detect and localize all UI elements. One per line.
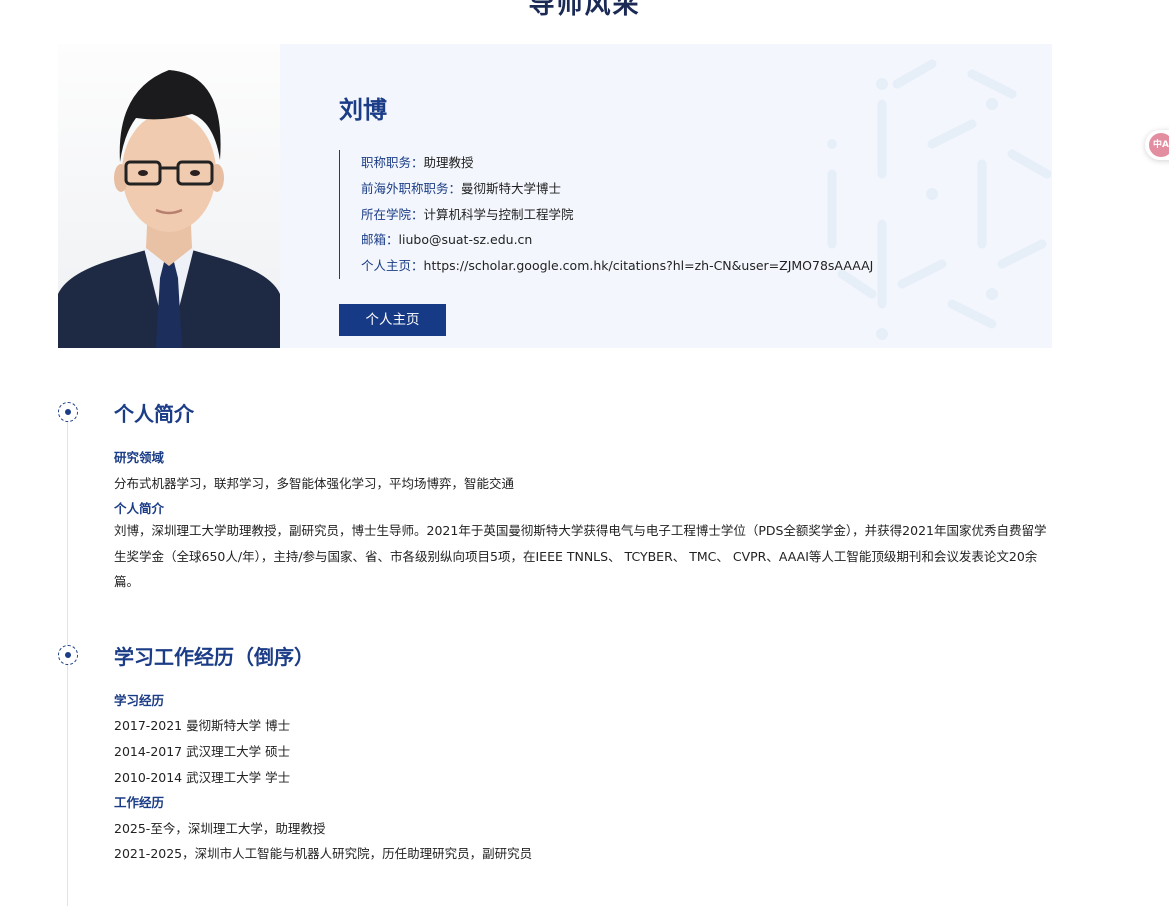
profile-card: 刘博 职称职务：助理教授 前海外职称职务：曼彻斯特大学博士 所在学院：计算机科学… [58, 44, 1052, 348]
study-label: 学习经历 [114, 693, 165, 708]
profile-info-panel: 刘博 职称职务：助理教授 前海外职称职务：曼彻斯特大学博士 所在学院：计算机科学… [280, 44, 1052, 348]
info-key: 邮箱： [361, 232, 399, 248]
info-key: 职称职务： [361, 155, 424, 170]
portrait-image [58, 70, 280, 348]
info-row-former-title: 前海外职称职务：曼彻斯特大学博士 [361, 176, 873, 202]
study-item: 2014-2017 武汉理工大学 硕士 [114, 744, 291, 759]
study-item: 2017-2021 曼彻斯特大学 博士 [114, 718, 291, 733]
homepage-button[interactable]: 个人主页 [339, 304, 446, 336]
section-title-intro: 个人简介 [114, 402, 194, 426]
work-item: 2025-至今，深圳理工大学，助理教授 [114, 821, 326, 836]
research-label: 研究领域 [114, 450, 165, 465]
timeline-dot-icon [58, 402, 78, 422]
profile-photo [58, 44, 280, 348]
section-title-experience: 学习工作经历（倒序） [114, 645, 314, 669]
info-key: 个人主页： [361, 258, 424, 274]
profile-info-list: 职称职务：助理教授 前海外职称职务：曼彻斯特大学博士 所在学院：计算机科学与控制… [339, 150, 873, 279]
timeline-dot-icon [58, 645, 78, 665]
translate-icon: 中A [1149, 133, 1169, 157]
info-key: 所在学院： [361, 206, 424, 222]
floating-translate-button[interactable]: 中A [1145, 130, 1169, 160]
homepage-link[interactable]: https://scholar.google.com.hk/citations?… [424, 258, 874, 273]
info-row-email: 邮箱：liubo@suat-sz.edu.cn [361, 227, 873, 253]
research-text: 分布式机器学习，联邦学习，多智能体强化学习，平均场博弈，智能交通 [114, 476, 515, 491]
info-value: 助理教授 [423, 155, 474, 170]
email-link[interactable]: liubo@suat-sz.edu.cn [399, 232, 533, 247]
info-key: 前海外职称职务： [361, 180, 462, 196]
info-row-college: 所在学院：计算机科学与控制工程学院 [361, 202, 873, 228]
study-item: 2010-2014 武汉理工大学 学士 [114, 770, 291, 785]
work-item: 2021-2025，深圳市人工智能与机器人研究院，历任助理研究员，副研究员 [114, 846, 533, 861]
person-name: 刘博 [339, 96, 387, 124]
bio-label: 个人简介 [114, 501, 165, 516]
work-label: 工作经历 [114, 795, 165, 810]
page-heading: 导师风采 [528, 0, 641, 20]
info-row-homepage: 个人主页：https://scholar.google.com.hk/citat… [361, 253, 873, 279]
info-value: 计算机科学与控制工程学院 [423, 206, 574, 222]
info-row-title: 职称职务：助理教授 [361, 150, 873, 176]
info-value: 曼彻斯特大学博士 [461, 180, 562, 196]
bio-text: 刘博，深圳理工大学助理教授，副研究员，博士生导师。2021年于英国曼彻斯特大学获… [114, 523, 1047, 589]
